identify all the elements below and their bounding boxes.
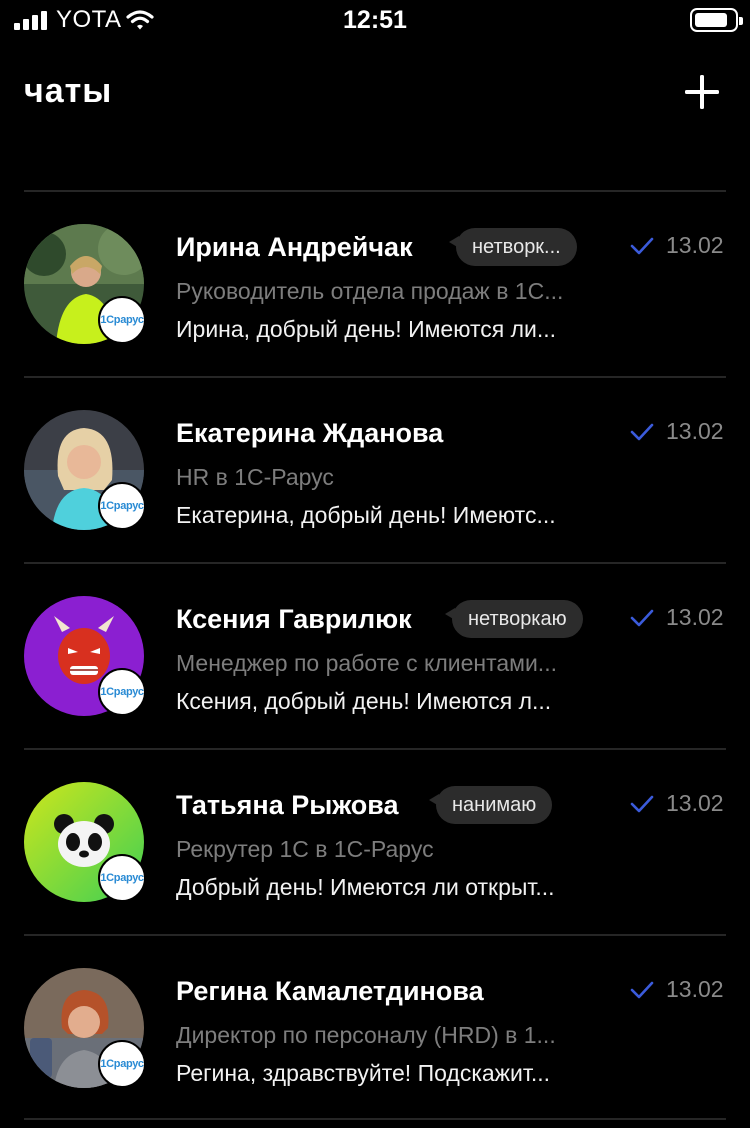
company-logo-badge: 1Срарус (98, 1040, 146, 1088)
company-logo-badge: 1Срарус (98, 296, 146, 344)
chat-date: 13.02 (666, 790, 724, 816)
chat-row[interactable]: 1Срарус Екатерина Жданова 13.02 HR в 1С-… (24, 376, 726, 562)
chat-preview: Ирина, добрый день! Имеются ли... (176, 316, 557, 342)
chats-screen: YOTA 12:51 чаты 1Срарус Ирина Андрейчак … (0, 0, 750, 1128)
company-logo-badge: 1Срарус (98, 668, 146, 716)
read-check-icon (630, 609, 654, 627)
chat-subtitle: Руководитель отдела продаж в 1С... (176, 278, 564, 304)
battery-icon (690, 8, 743, 32)
chat-name: Ирина Андрейчак (176, 232, 413, 262)
company-logo-badge: 1Срарус (98, 854, 146, 902)
chat-subtitle: Рекрутер 1С в 1С-Рарус (176, 836, 434, 862)
chat-list: 1Срарус Ирина Андрейчак нетворк... 13.02… (24, 190, 726, 1120)
company-logo-badge: 1Срарус (98, 482, 146, 530)
chat-name: Регина Камалетдинова (176, 976, 484, 1006)
read-check-icon (630, 237, 654, 255)
chat-subtitle: HR в 1С-Рарус (176, 464, 334, 490)
status-bar: YOTA 12:51 (0, 0, 750, 40)
chat-date: 13.02 (666, 604, 724, 630)
read-check-icon (630, 423, 654, 441)
tag-badge: нетворкаю (445, 600, 583, 638)
chat-date: 13.02 (666, 232, 724, 258)
chat-preview: Екатерина, добрый день! Имеютс... (176, 502, 556, 528)
chat-row[interactable]: 1Срарус Ксения Гаврилюк нетворкаю 13.02 … (24, 562, 726, 748)
chat-row[interactable]: 1Срарус Татьяна Рыжова нанимаю 13.02 Рек… (24, 748, 726, 934)
chat-preview: Регина, здравствуйте! Подскажит... (176, 1060, 551, 1086)
chat-preview: Ксения, добрый день! Имеются л... (176, 688, 552, 714)
page-title: чаты (24, 72, 113, 110)
tag-badge: нетворк... (449, 228, 577, 266)
read-check-icon (630, 795, 654, 813)
chat-name: Екатерина Жданова (176, 418, 444, 448)
tag-badge: нанимаю (428, 786, 553, 824)
chat-date: 13.02 (666, 418, 724, 444)
chat-preview: Добрый день! Имеются ли открыт... (176, 874, 555, 900)
chat-subtitle: Директор по персоналу (HRD) в 1... (176, 1022, 556, 1048)
read-check-icon (630, 981, 654, 999)
chat-date: 13.02 (666, 976, 724, 1002)
plus-icon[interactable] (682, 72, 722, 112)
clock-time: 12:51 (343, 6, 407, 34)
chat-subtitle: Менеджер по работе с клиентами... (176, 650, 557, 676)
chat-name: Татьяна Рыжова (176, 790, 399, 820)
chat-name: Ксения Гаврилюк (176, 604, 412, 634)
chat-row[interactable]: 1Срарус Регина Камалетдинова 13.02 Дирек… (24, 934, 726, 1120)
chat-row[interactable]: 1Срарус Ирина Андрейчак нетворк... 13.02… (24, 190, 726, 376)
